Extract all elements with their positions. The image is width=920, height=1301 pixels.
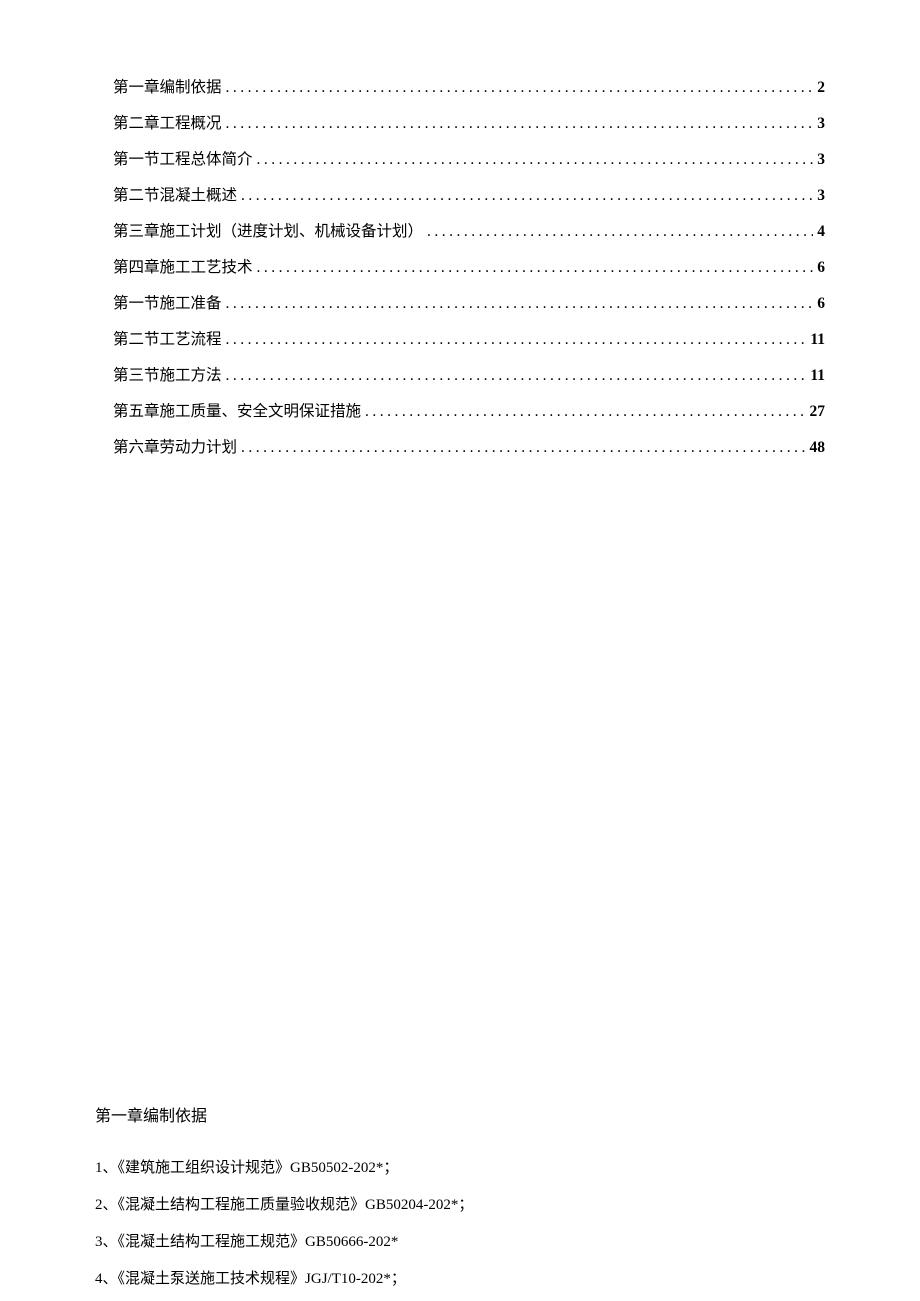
toc-entry: 第六章劳动力计划 48 — [95, 435, 825, 457]
chapter-heading: 第一章编制依据 — [95, 1102, 825, 1126]
reference-item: 2、《混凝土结构工程施工质量验收规范》GB50204-202*； — [95, 1195, 825, 1216]
reference-text-pre: 《混凝土结构工程施工质量验收规范》 — [118, 1197, 366, 1213]
toc-page-number: 3 — [817, 187, 825, 205]
toc-page-number: 11 — [810, 331, 825, 349]
toc-leader-dots — [241, 187, 813, 205]
reference-text-post: ； — [391, 1271, 406, 1287]
reference-text-pre: 《混凝土结构工程施工规范》 — [118, 1234, 306, 1250]
toc-entry: 第一节工程总体简介 3 — [95, 147, 825, 169]
toc-page-number: 3 — [817, 115, 825, 133]
reference-number: 3 — [95, 1234, 103, 1250]
toc-page-number: 4 — [817, 223, 825, 241]
toc-page-number: 11 — [810, 367, 825, 385]
toc-title: 第五章施工质量、安全文明保证措施 — [95, 399, 361, 421]
toc-entry: 第五章施工质量、安全文明保证措施 27 — [95, 399, 825, 421]
toc-page-number: 3 — [817, 151, 825, 169]
reference-separator: 、 — [103, 1197, 118, 1213]
toc-title: 第三节施工方法 — [95, 363, 222, 385]
reference-text-post: ； — [383, 1160, 398, 1176]
reference-text-pre: 《混凝土泵送施工技术规程》 — [118, 1271, 306, 1287]
toc-entry: 第三章施工计划（进度计划、机械设备计划） 4 — [95, 219, 825, 241]
toc-leader-dots — [226, 367, 807, 385]
toc-entry: 第二节混凝土概述 3 — [95, 183, 825, 205]
reference-number: 4 — [95, 1271, 103, 1287]
reference-item: 1、《建筑施工组织设计规范》GB50502-202*； — [95, 1158, 825, 1179]
toc-leader-dots — [241, 439, 805, 457]
reference-number: 2 — [95, 1197, 103, 1213]
toc-title: 第一节施工准备 — [95, 291, 222, 313]
toc-leader-dots — [226, 115, 814, 133]
toc-title: 第二节混凝土概述 — [95, 183, 237, 205]
toc-entry: 第一章编制依据 2 — [95, 75, 825, 97]
toc-title: 第四章施工工艺技术 — [95, 255, 253, 277]
reference-item: 3、《混凝土结构工程施工规范》GB50666-202* — [95, 1232, 825, 1253]
reference-separator: 、 — [103, 1160, 118, 1176]
toc-page-number: 48 — [810, 439, 826, 457]
toc-title: 第二章工程概况 — [95, 111, 222, 133]
toc-entry: 第一节施工准备 6 — [95, 291, 825, 313]
reference-text-post: ； — [458, 1197, 473, 1213]
toc-leader-dots — [257, 259, 814, 277]
reference-list: 1、《建筑施工组织设计规范》GB50502-202*； 2、《混凝土结构工程施工… — [95, 1158, 825, 1290]
toc-page-number: 2 — [817, 79, 825, 97]
reference-separator: 、 — [103, 1271, 118, 1287]
toc-leader-dots — [427, 223, 813, 241]
reference-separator: 、 — [103, 1234, 118, 1250]
toc-leader-dots — [226, 295, 814, 313]
reference-number: 1 — [95, 1160, 103, 1176]
toc-leader-dots — [365, 403, 805, 421]
reference-text-pre: 《建筑施工组织设计规范》 — [118, 1160, 291, 1176]
toc-leader-dots — [257, 151, 814, 169]
toc-page-number: 6 — [817, 259, 825, 277]
table-of-contents: 第一章编制依据 2 第二章工程概况 3 第一节工程总体简介 3 第二节混凝土概述… — [95, 75, 825, 457]
toc-entry: 第二节工艺流程 11 — [95, 327, 825, 349]
toc-title: 第六章劳动力计划 — [95, 435, 237, 457]
toc-entry: 第三节施工方法 11 — [95, 363, 825, 385]
toc-title: 第一章编制依据 — [95, 75, 222, 97]
toc-entry: 第二章工程概况 3 — [95, 111, 825, 133]
reference-item: 4、《混凝土泵送施工技术规程》JGJ/T10-202*； — [95, 1269, 825, 1290]
toc-page-number: 27 — [810, 403, 826, 421]
toc-title: 第一节工程总体简介 — [95, 147, 253, 169]
toc-title: 第二节工艺流程 — [95, 327, 222, 349]
reference-code: GB50204-202* — [365, 1197, 458, 1213]
toc-entry: 第四章施工工艺技术 6 — [95, 255, 825, 277]
toc-page-number: 6 — [817, 295, 825, 313]
toc-leader-dots — [226, 331, 807, 349]
toc-title: 第三章施工计划（进度计划、机械设备计划） — [95, 219, 423, 241]
reference-code: GB50502-202* — [290, 1160, 383, 1176]
reference-code: JGJ/T10-202* — [305, 1271, 391, 1287]
reference-code: GB50666-202* — [305, 1234, 398, 1250]
toc-leader-dots — [226, 79, 814, 97]
